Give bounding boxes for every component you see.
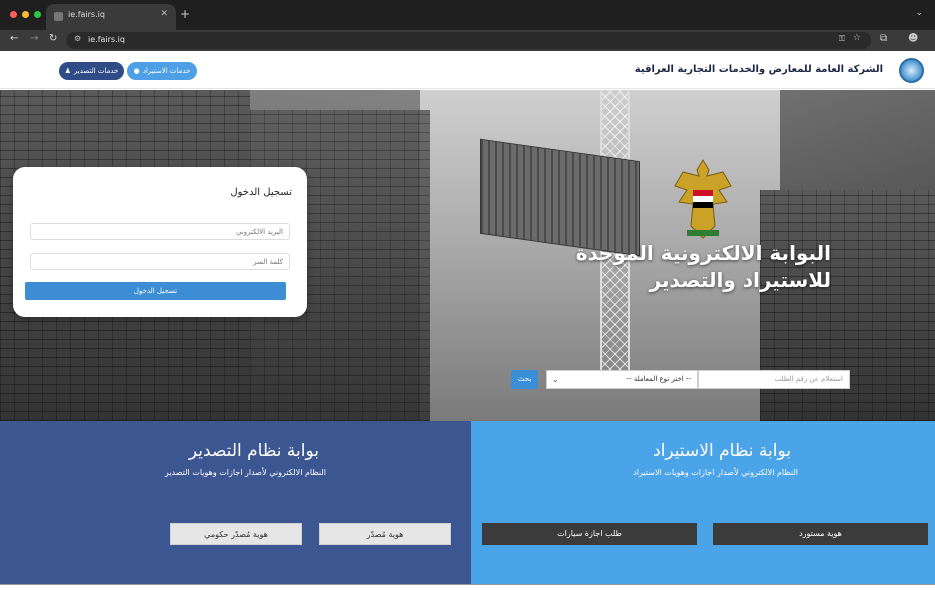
export-services-label: خدمات التصدير	[73, 67, 119, 75]
exporter-id-button[interactable]: هوية مُصدّر	[319, 523, 451, 545]
site-settings-icon[interactable]: ⚙	[74, 34, 81, 43]
transaction-type-select[interactable]: ⌄ -- اختر نوع المعاملة --	[546, 370, 698, 389]
page-bottom-edge	[0, 584, 935, 590]
login-button[interactable]: تسجيل الدخول	[25, 282, 286, 300]
profile-avatar-icon[interactable]: ☻	[908, 33, 918, 44]
import-portal-title: بوابة نظام الاستيراد	[653, 441, 791, 461]
tab-title: ie.fairs.iq	[68, 10, 105, 19]
browser-tab-bar: ie.fairs.iq ✕ + ⌄	[0, 0, 935, 30]
maximize-window-button[interactable]	[34, 11, 41, 18]
hero-title-line1: البوابة الالكترونية الموحدة	[575, 241, 831, 265]
favicon-icon	[54, 12, 63, 21]
password-field[interactable]	[30, 253, 290, 270]
new-tab-button[interactable]: +	[180, 7, 190, 21]
address-bar[interactable]: ⚙ ie.fairs.iq ⚿ ☆	[66, 32, 871, 49]
bookmark-star-icon[interactable]: ☆	[853, 33, 861, 43]
tab-close-icon[interactable]: ✕	[160, 9, 168, 19]
forward-button[interactable]: →	[30, 33, 38, 44]
import-portal-section: بوابة نظام الاستيراد النظام الالكتروني ل…	[471, 421, 935, 584]
close-window-button[interactable]	[10, 11, 17, 18]
import-services-label: خدمات الاستيراد	[142, 67, 191, 75]
extensions-icon[interactable]: ⧉	[880, 33, 887, 44]
browser-tab[interactable]: ie.fairs.iq ✕	[46, 4, 176, 30]
gov-exporter-id-button[interactable]: هوية مُصدّر حكومي	[170, 523, 302, 545]
url-text: ie.fairs.iq	[88, 35, 125, 44]
export-portal-subtitle: النظام الالكتروني لأصدار اجازات وهويات ا…	[164, 468, 326, 477]
export-portal-title: بوابة نظام التصدير	[188, 441, 319, 461]
password-manager-icon[interactable]: ⚿	[839, 34, 845, 44]
email-field[interactable]	[30, 223, 290, 240]
hero-title-line2: للاستيراد والتصدير	[649, 268, 831, 292]
hero-title: البوابة الالكترونية الموحدة للاستيراد وا…	[501, 240, 831, 294]
import-services-button[interactable]: ● خدمات الاستيراد	[127, 62, 197, 80]
circle-icon: ●	[133, 67, 140, 75]
importer-id-button[interactable]: هوية مستورد	[713, 523, 928, 545]
search-button[interactable]: بحث	[511, 370, 538, 389]
import-portal-subtitle: النظام الالكتروني لأصدار اجازات وهويات ا…	[633, 468, 798, 477]
back-button[interactable]: ←	[10, 33, 18, 44]
car-license-request-button[interactable]: طلب اجازة سيارات	[482, 523, 697, 545]
tab-search-icon[interactable]: ⌄	[915, 8, 923, 18]
company-logo[interactable]	[899, 58, 924, 83]
request-number-input[interactable]: استعلام عن رقم الطلب	[698, 370, 850, 389]
iraq-eagle-emblem-icon	[674, 159, 732, 239]
chevron-down-icon: ⌄	[552, 375, 559, 384]
company-name: الشركة العامة للمعارض والخدمات التجارية …	[634, 64, 883, 75]
user-icon: ♟	[64, 67, 71, 75]
window-controls	[10, 11, 41, 18]
reload-button[interactable]: ↻	[49, 33, 57, 44]
login-title: تسجيل الدخول	[230, 187, 292, 198]
login-card: تسجيل الدخول تسجيل الدخول	[13, 167, 307, 317]
minimize-window-button[interactable]	[22, 11, 29, 18]
transaction-type-value: -- اختر نوع المعاملة --	[626, 375, 691, 383]
browser-toolbar: ← → ↻ ⚙ ie.fairs.iq ⚿ ☆ ⧉ ☻	[0, 30, 935, 51]
site-header: الشركة العامة للمعارض والخدمات التجارية …	[0, 51, 935, 89]
export-portal-section: بوابة نظام التصدير النظام الالكتروني لأص…	[0, 421, 471, 584]
export-services-button[interactable]: ♟ خدمات التصدير	[59, 62, 124, 80]
